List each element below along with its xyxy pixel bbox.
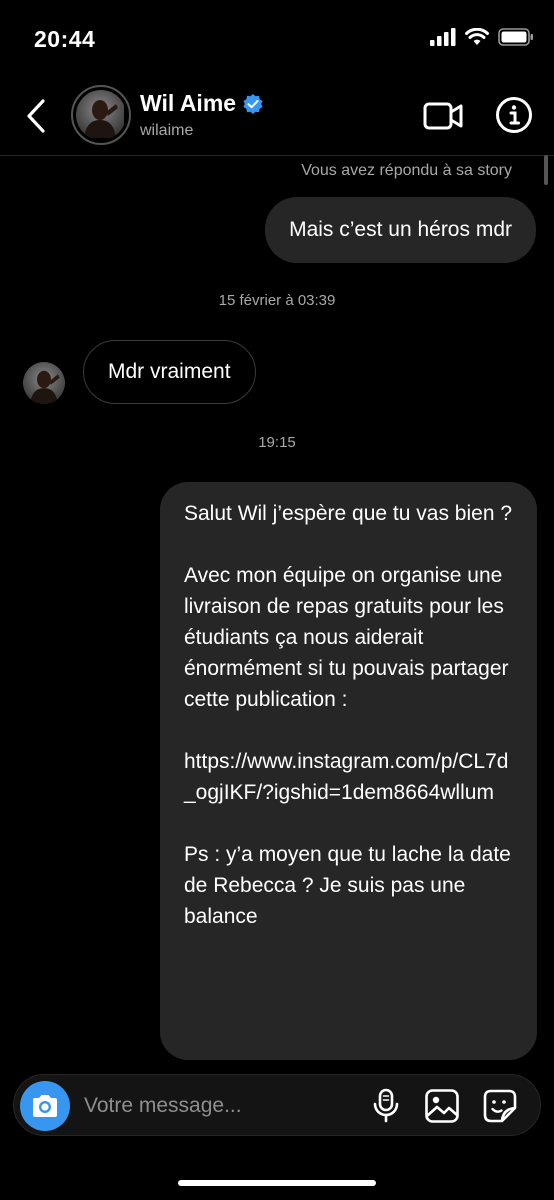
avatar-image [23,362,65,404]
message-composer [13,1074,541,1136]
info-icon [496,97,532,133]
sent-message-text: Mais c’est un héros mdr [289,218,512,241]
timestamp: 19:15 [258,434,296,451]
status-icons [430,28,534,46]
battery-icon [498,28,533,46]
wifi-icon [465,28,489,45]
message-paragraph: Ps : y’a moyen que tu lache la date de R… [184,843,511,928]
video-camera-icon [423,102,463,130]
timestamp: 15 février à 03:39 [218,292,336,309]
video-call-button[interactable] [422,98,466,134]
contact-name: Wil Aime [140,90,237,116]
chevron-left-icon [27,99,45,133]
sender-avatar[interactable] [23,362,65,404]
microphone-icon [373,1088,399,1123]
back-button[interactable] [18,96,54,136]
sticker-icon [483,1089,517,1123]
microphone-button[interactable] [370,1088,402,1124]
image-gallery-icon [425,1089,459,1123]
message-paragraph: Salut Wil j’espère que tu vas bien ? [184,502,513,525]
sent-message-bubble[interactable]: Mais c’est un héros mdr [265,197,536,263]
home-indicator[interactable] [178,1180,376,1186]
signal-icon [430,28,456,46]
scroll-indicator[interactable] [544,155,548,185]
gallery-button[interactable] [424,1088,460,1124]
status-bar: 20:44 [0,0,554,80]
received-message-text: Mdr vraiment [108,360,231,383]
verified-badge-icon [243,93,263,114]
sticker-button[interactable] [482,1088,518,1124]
story-reply-note: Vous avez répondu à sa story [301,162,512,179]
contact-username: wilaime [140,122,194,139]
message-link[interactable]: https://www.instagram.com/p/CL7d_ogjIKF/… [184,746,513,808]
camera-icon [33,1095,57,1117]
message-input[interactable] [84,1087,354,1125]
received-message-bubble[interactable]: Mdr vraiment [83,340,256,404]
chat-header: Wil Aime wilaime [0,80,554,156]
camera-button[interactable] [20,1081,70,1131]
contact-name-row[interactable]: Wil Aime [140,90,264,117]
contact-avatar[interactable] [71,85,131,145]
sent-message-bubble[interactable]: Salut Wil j’espère que tu vas bien ? Ave… [160,482,537,1060]
avatar-image [76,90,124,138]
status-time: 20:44 [34,26,96,52]
message-paragraph: Avec mon équipe on organise une livraiso… [184,564,509,711]
info-button[interactable] [494,95,534,135]
